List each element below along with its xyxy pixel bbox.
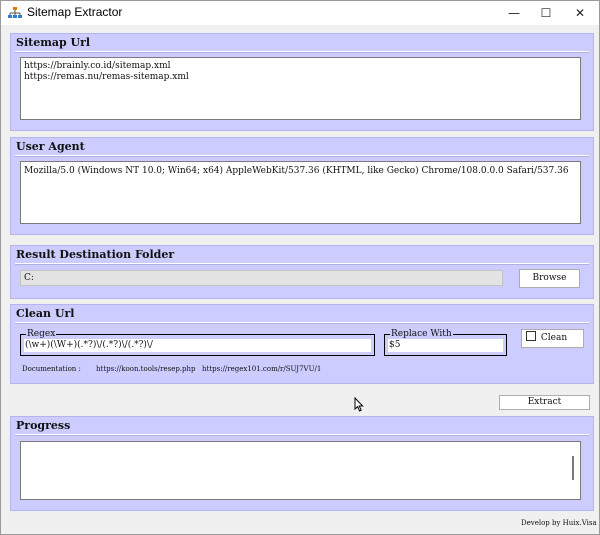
minimize-button[interactable]: —	[497, 1, 531, 25]
mouse-pointer-icon	[354, 397, 364, 412]
progress-group: Progress	[10, 416, 594, 511]
progress-log[interactable]	[20, 441, 581, 500]
group-divider	[15, 263, 589, 264]
group-divider	[15, 434, 589, 435]
destination-title: Result Destination Folder	[16, 248, 175, 261]
user-agent-value: Mozilla/5.0 (Windows NT 10.0; Win64; x64…	[24, 166, 569, 176]
documentation-label: Documentation :	[22, 365, 81, 373]
app-window: Sitemap Extractor — ☐ ✕ Sitemap Url http…	[0, 0, 600, 535]
title-bar[interactable]: Sitemap Extractor — ☐ ✕	[1, 1, 599, 25]
group-divider	[15, 155, 589, 156]
group-divider	[15, 322, 589, 323]
sitemap-url-group: Sitemap Url https://brainly.co.id/sitema…	[10, 33, 594, 131]
documentation-link-regex101[interactable]: https://regex101.com/r/SUJ7VU/1	[202, 365, 321, 373]
user-agent-title: User Agent	[16, 140, 85, 153]
clean-checkbox-label: Clean	[540, 333, 568, 343]
clean-url-group: Clean Url Regex (\w+)(\W+)(.*?)\/(.*?)\/…	[10, 304, 594, 384]
user-agent-textarea[interactable]: Mozilla/5.0 (Windows NT 10.0; Win64; x64…	[20, 161, 581, 224]
sitemap-url-line: https://remas.nu/remas-sitemap.xml	[24, 72, 189, 82]
sitemap-tree-icon	[8, 7, 22, 18]
clean-checkbox[interactable]	[526, 331, 536, 341]
destination-path-field[interactable]: C:	[20, 270, 503, 286]
group-divider	[15, 51, 589, 52]
destination-group: Result Destination Folder C: Browse	[10, 245, 594, 299]
replace-fieldset: Replace With $5	[384, 328, 507, 356]
developer-credit: Develop by Huix.Visa	[521, 519, 597, 527]
window-title: Sitemap Extractor	[27, 5, 123, 19]
progress-title: Progress	[16, 419, 71, 432]
regex-fieldset: Regex (\w+)(\W+)(.*?)\/(.*?)\/(.*?)\/	[20, 328, 375, 356]
documentation-link-resep[interactable]: https://koon.tools/resep.php	[96, 365, 196, 373]
maximize-button[interactable]: ☐	[529, 1, 563, 25]
clean-checkbox-box[interactable]: Clean	[521, 329, 584, 348]
extract-button[interactable]: Extract	[499, 395, 590, 410]
progress-scrollbar-thumb[interactable]	[572, 456, 574, 480]
regex-input[interactable]: (\w+)(\W+)(.*?)\/(.*?)\/(.*?)\/	[24, 339, 371, 352]
sitemap-url-line: https://brainly.co.id/sitemap.xml	[24, 61, 171, 71]
browse-button[interactable]: Browse	[519, 269, 580, 288]
user-agent-group: User Agent Mozilla/5.0 (Windows NT 10.0;…	[10, 137, 594, 235]
close-button[interactable]: ✕	[563, 1, 597, 25]
clean-url-title: Clean Url	[16, 307, 75, 320]
replace-input[interactable]: $5	[388, 339, 503, 352]
sitemap-url-textarea[interactable]: https://brainly.co.id/sitemap.xml https:…	[20, 57, 581, 120]
sitemap-url-title: Sitemap Url	[16, 36, 91, 49]
